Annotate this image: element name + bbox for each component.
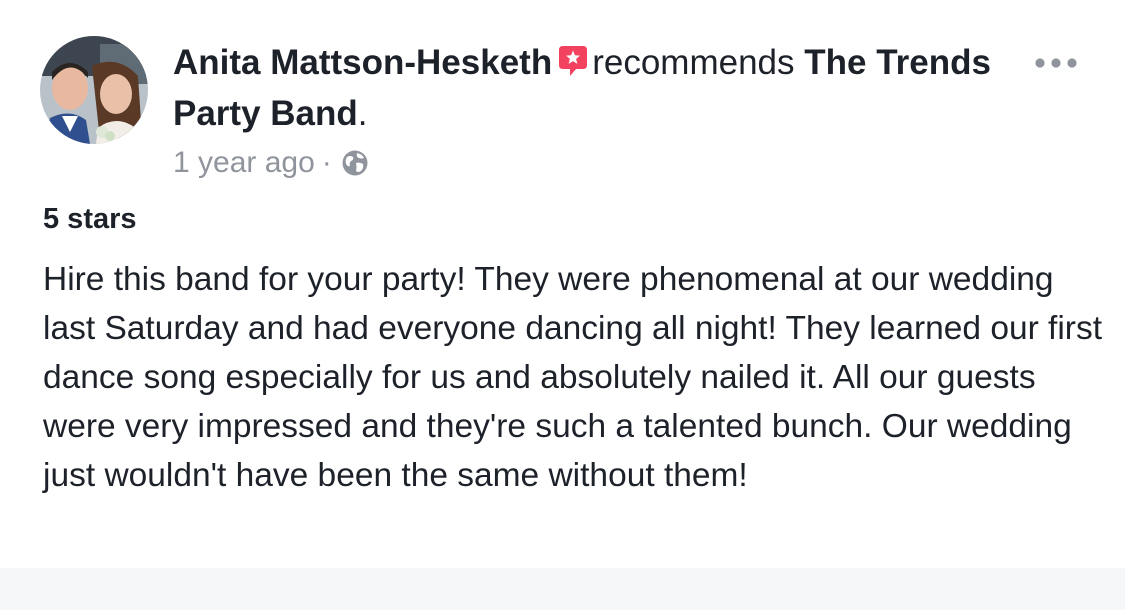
avatar-photo	[40, 36, 148, 144]
post-footer-divider	[0, 568, 1125, 610]
review-post: Anita Mattson-Hesketh recommends The Tren…	[0, 0, 1125, 568]
review-text: Hire this band for your party! They were…	[43, 261, 1103, 494]
rating-label: 5 stars	[43, 203, 137, 235]
author-name[interactable]: Anita Mattson-Hesketh	[173, 43, 552, 82]
timestamp-link[interactable]: 1 year ago	[173, 146, 315, 179]
recommends-verb: recommends	[592, 43, 795, 82]
globe-icon[interactable]	[341, 149, 369, 187]
page-name-suffix: .	[357, 94, 368, 133]
meta-separator: ·	[321, 146, 332, 179]
more-options-button[interactable]	[1030, 50, 1086, 76]
more-options-icon	[1035, 58, 1077, 68]
avatar[interactable]	[40, 36, 148, 144]
post-header: Anita Mattson-Hesketh recommends The Tren…	[173, 39, 1003, 138]
post-meta: 1 year ago ·	[173, 144, 369, 187]
recommendation-star-icon	[558, 42, 588, 90]
